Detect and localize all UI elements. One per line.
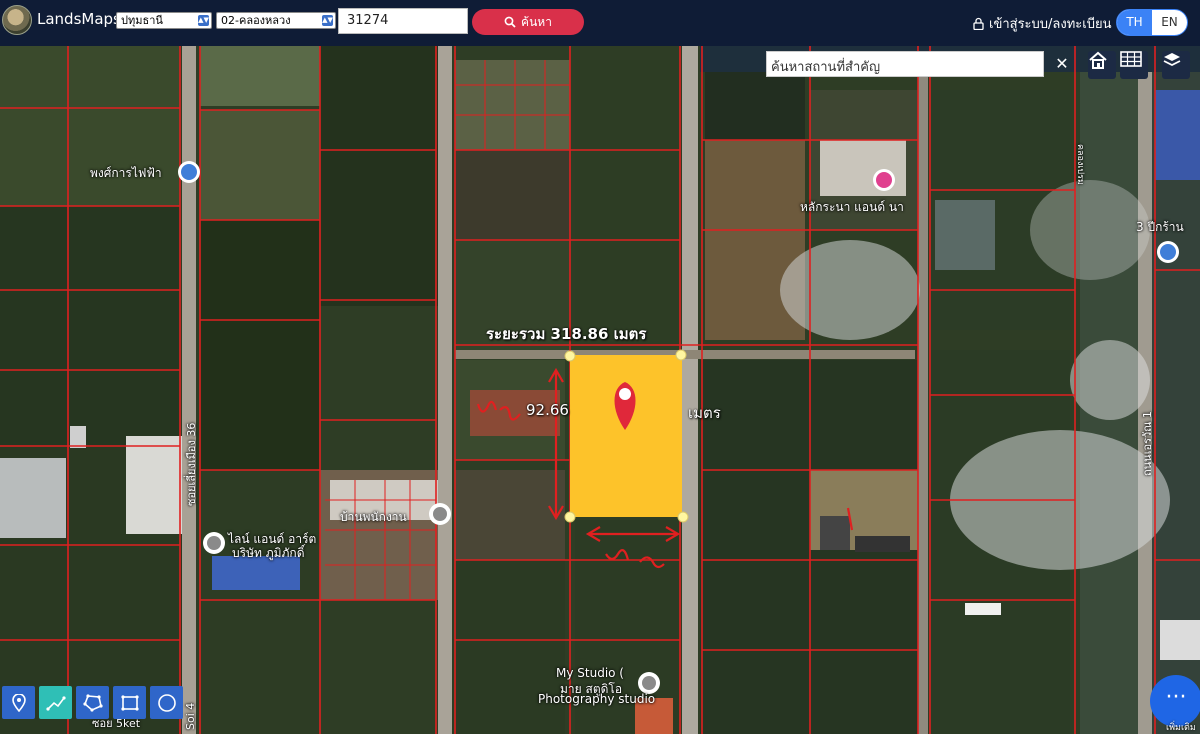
district-select-value: 02-คลองหลวง [221, 14, 291, 27]
circle-tool-button[interactable] [150, 686, 183, 719]
place-label: หลักระนา แอนด์ นา [800, 200, 904, 214]
close-icon[interactable]: ✕ [1050, 52, 1074, 76]
language-toggle: TH EN [1116, 9, 1188, 36]
layers-icon [1163, 53, 1181, 67]
place-label: พงศ์การไฟฟ้า [90, 166, 162, 180]
poi-search-input[interactable]: ค้นหาสถานที่สำคัญ [766, 51, 1044, 77]
selected-parcel [570, 355, 682, 517]
road-label: คลองเปรม [1075, 144, 1085, 185]
province-select[interactable]: ปทุมธานี ▲▼ [116, 12, 212, 29]
login-label: เข้าสู่ระบบ/ลงทะเบียน [989, 17, 1112, 32]
circle-icon [157, 693, 176, 712]
chevron-updown-icon: ▲▼ [322, 15, 333, 26]
top-bar: LandsMaps ปทุมธานี ▲▼ 02-คลองหลวง ▲▼ 312… [0, 0, 1200, 46]
home-button[interactable] [1088, 51, 1116, 79]
rectangle-icon [120, 694, 139, 711]
place-label: Photography studio [538, 692, 656, 706]
drawing-toolbar [2, 686, 183, 720]
district-select[interactable]: 02-คลองหลวง ▲▼ [216, 12, 336, 29]
search-button[interactable]: ค้นหา [472, 9, 584, 35]
chevron-updown-icon: ▲▼ [198, 15, 209, 26]
lang-th-button[interactable]: TH [1117, 10, 1152, 35]
rectangle-tool-button[interactable] [113, 686, 146, 719]
place-label: My Studio ( [556, 666, 624, 680]
province-select-value: ปทุมธานี [121, 14, 163, 27]
satellite-imagery [0, 46, 1200, 734]
road-label: Soi 4 [184, 702, 197, 730]
measurement-total-label: ระยะรวม 318.86 เมตร [486, 325, 647, 343]
lang-en-button[interactable]: EN [1152, 10, 1187, 35]
road-label: ซอยเลี่ยงเมือง 36 [185, 422, 198, 506]
polygon-icon [82, 693, 103, 712]
road-label: ถนนเอรวัณ 1 [1141, 411, 1154, 476]
home-icon [1089, 51, 1107, 69]
measurement-side-value: 92.66 [526, 401, 569, 419]
line-measure-tool-button[interactable] [39, 686, 72, 719]
place-label: บ้านพนักงาน [340, 510, 407, 524]
polygon-tool-button[interactable] [76, 686, 109, 719]
login-link[interactable]: เข้าสู่ระบบ/ลงทะเบียน [973, 13, 1111, 34]
pin-icon [11, 693, 26, 712]
grid-button[interactable] [1120, 51, 1148, 79]
map-canvas[interactable]: ค้นหาสถานที่สำคัญ ✕ ระยะรวม 318.86 เมตร … [0, 46, 1200, 734]
search-button-label: ค้นหา [521, 14, 552, 29]
line-measure-icon [45, 695, 66, 711]
landsmaps-logo-icon[interactable] [2, 5, 32, 35]
measurement-side-unit: เมตร [688, 404, 721, 422]
place-label: 3 ปีกร้าน [1136, 220, 1184, 234]
layers-button[interactable] [1162, 51, 1190, 79]
pin-tool-button[interactable] [2, 686, 35, 719]
place-label: บริษัท ภูมิภักดิ์ [232, 546, 305, 560]
app-name: LandsMaps [37, 10, 121, 28]
more-options-label: เพิ่มเติม [1166, 723, 1196, 733]
grid-icon [1120, 51, 1142, 67]
parcel-number-input[interactable]: 31274 [338, 8, 468, 34]
lock-icon [973, 17, 984, 30]
search-icon [504, 16, 516, 28]
